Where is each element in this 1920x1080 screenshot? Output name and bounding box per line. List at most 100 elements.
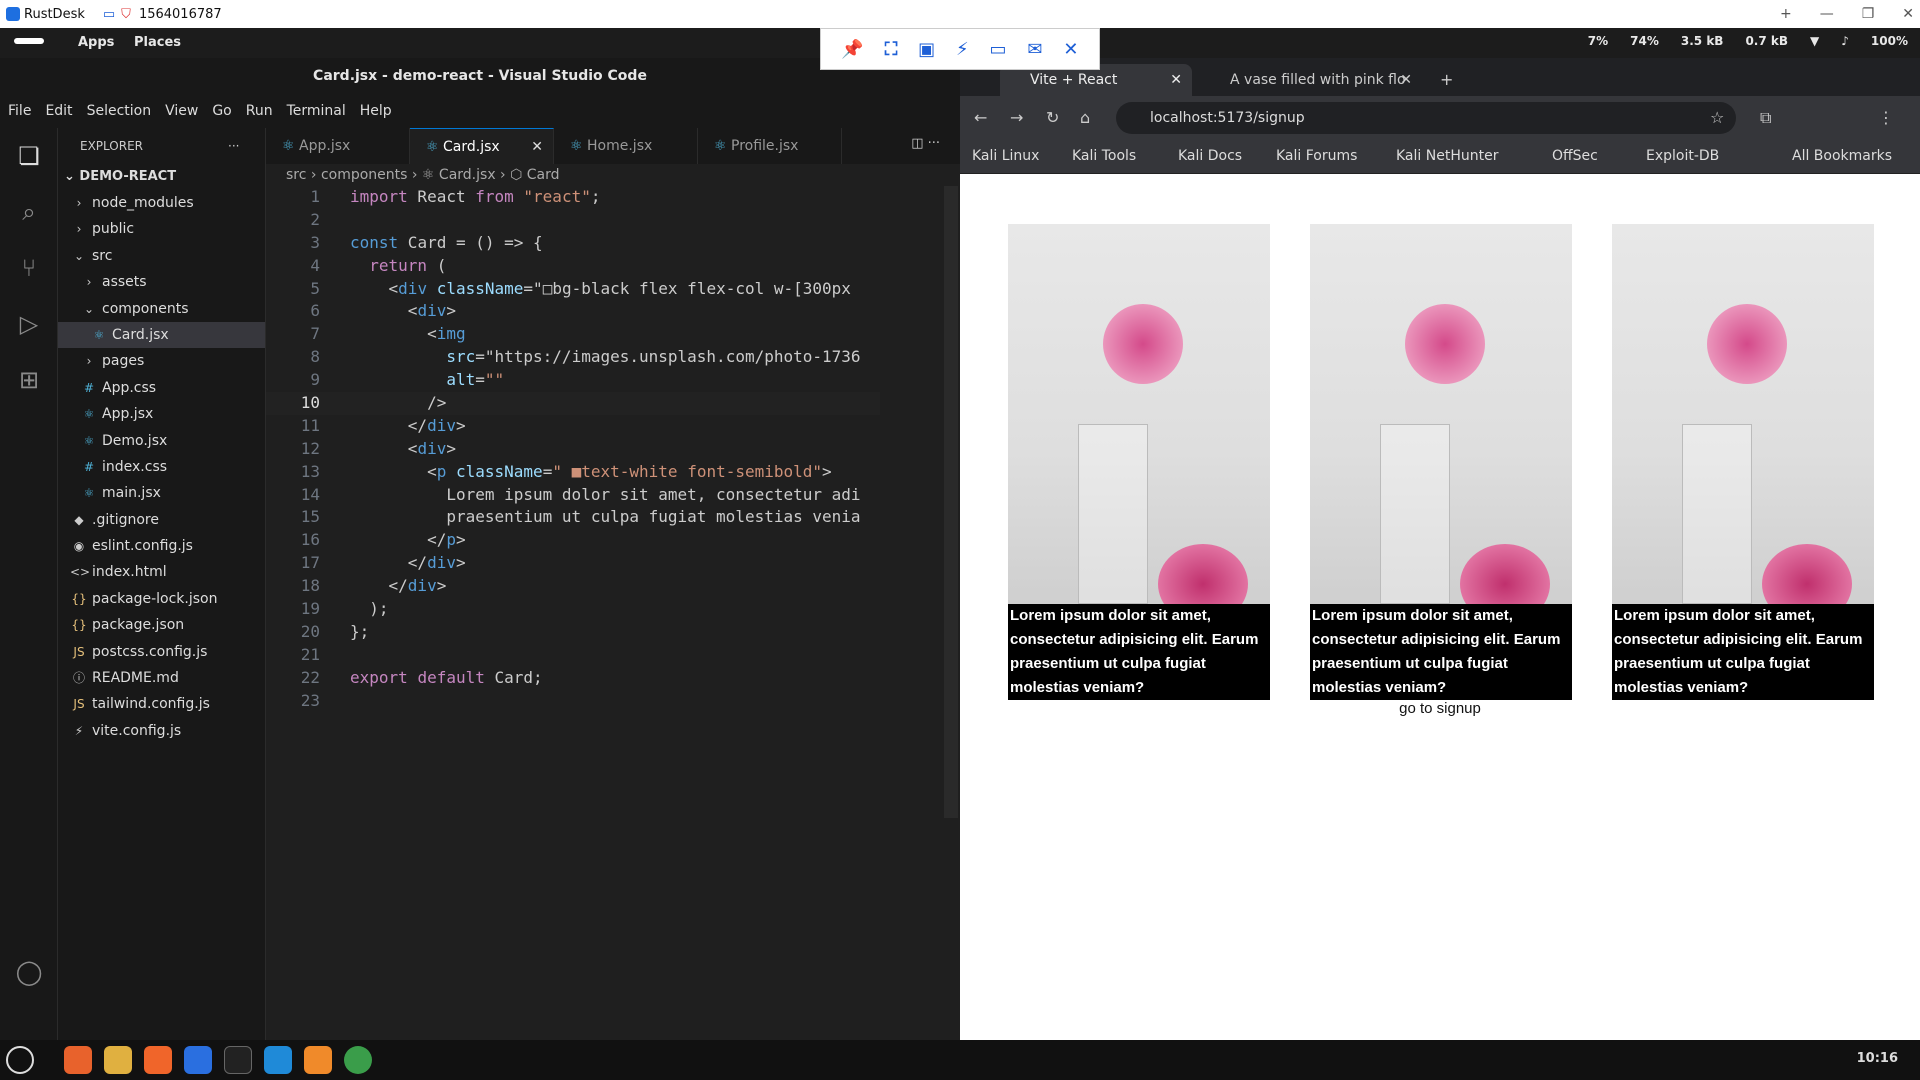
file-tree-item[interactable]: {} package-lock.json — [58, 586, 265, 612]
project-root[interactable]: ⌄ DEMO-REACT — [58, 164, 265, 190]
code-line[interactable]: 17 </div> — [266, 552, 880, 575]
browser-menu-icon[interactable]: ⋮ — [1878, 108, 1894, 127]
tab-profile[interactable]: ⚛ Profile.jsx — [698, 128, 842, 164]
menu-edit[interactable]: Edit — [45, 103, 72, 119]
source-control-icon[interactable]: ⑂ — [0, 240, 58, 296]
bookmark-star-icon[interactable]: ☆ — [1710, 108, 1724, 127]
tab-unsplash[interactable]: A vase filled with pink flo ✕ — [1200, 64, 1420, 96]
code-line[interactable]: 21 — [266, 644, 880, 667]
code-line[interactable]: 16 </p> — [266, 529, 880, 552]
menu-go[interactable]: Go — [212, 103, 231, 119]
pin-icon[interactable]: 📌 — [841, 39, 863, 60]
bookmark-kali-tools[interactable]: Kali Tools — [1072, 148, 1136, 164]
tab-card[interactable]: ⚛ Card.jsx ✕ — [410, 128, 554, 164]
code-line[interactable]: 20}; — [266, 621, 880, 644]
minimize-icon[interactable]: — — [1820, 6, 1834, 22]
panel-apps[interactable]: Apps — [78, 35, 114, 50]
file-tree-item[interactable]: ⚛ App.jsx — [58, 401, 265, 427]
file-tree-item[interactable]: {} package.json — [58, 612, 265, 638]
firefox-icon[interactable] — [64, 1046, 92, 1074]
volume-icon[interactable]: ♪ — [1841, 34, 1849, 48]
code-line[interactable]: 5 <div className="□bg-black flex flex-co… — [266, 278, 880, 301]
code-line[interactable]: 19 ); — [266, 598, 880, 621]
split-editor-icon[interactable]: ◫ ··· — [911, 136, 940, 151]
code-line[interactable]: 18 </div> — [266, 575, 880, 598]
code-line[interactable]: 8 src="https://images.unsplash.com/photo… — [266, 346, 880, 369]
files-icon[interactable] — [104, 1046, 132, 1074]
file-tree-item[interactable]: › node_modules — [58, 190, 265, 216]
panel-places[interactable]: Places — [134, 35, 181, 50]
file-tree-item[interactable]: ⓘ README.md — [58, 665, 265, 691]
code-line[interactable]: 6 <div> — [266, 300, 880, 323]
new-tab-icon[interactable]: + — [1440, 70, 1453, 89]
back-icon[interactable]: ← — [974, 108, 987, 127]
url-field[interactable]: localhost:5173/signup — [1116, 102, 1736, 134]
file-tree-item[interactable]: ⚛ Card.jsx — [58, 321, 265, 349]
account-icon[interactable]: ◯ — [0, 944, 58, 1000]
code-line[interactable]: 11 </div> — [266, 415, 880, 438]
terminal-icon[interactable] — [224, 1046, 252, 1074]
menu-terminal[interactable]: Terminal — [287, 103, 346, 119]
code-line[interactable]: 2 — [266, 209, 880, 232]
disconnect-icon[interactable]: ✕ — [1063, 39, 1078, 60]
menu-file[interactable]: File — [8, 103, 31, 119]
run-debug-icon[interactable]: ▷ — [0, 296, 58, 352]
menu-view[interactable]: View — [165, 103, 198, 119]
editor-scrollbar[interactable] — [944, 186, 958, 818]
file-tree-item[interactable]: ⚛ Demo.jsx — [58, 428, 265, 454]
file-tree-item[interactable]: JS postcss.config.js — [58, 639, 265, 665]
extensions-icon[interactable]: ⊞ — [0, 352, 58, 408]
bookmark-exploit-db[interactable]: Exploit-DB — [1646, 148, 1719, 164]
tab-app[interactable]: ⚛ App.jsx — [266, 128, 410, 164]
signup-link[interactable]: go to signup — [960, 700, 1920, 717]
brave-icon[interactable] — [144, 1046, 172, 1074]
menu-icon[interactable] — [14, 38, 44, 44]
file-tree-item[interactable]: ◆ .gitignore — [58, 507, 265, 533]
file-tree-item[interactable]: ⌄ components — [58, 296, 265, 322]
file-tree-item[interactable]: ◉ eslint.config.js — [58, 533, 265, 559]
forward-icon[interactable]: → — [1010, 108, 1023, 127]
code-line[interactable]: 3 const Card = () => { — [266, 232, 880, 255]
code-line[interactable]: 13 <p className=" ■text-white font-semib… — [266, 461, 880, 484]
vscode-icon[interactable] — [264, 1046, 292, 1074]
bookmark-kali-docs[interactable]: Kali Docs — [1178, 148, 1242, 164]
file-tree-item[interactable]: JS tailwind.config.js — [58, 691, 265, 717]
file-tree-item[interactable]: ⚡ vite.config.js — [58, 718, 265, 744]
close-icon[interactable]: ✕ — [1902, 6, 1914, 22]
file-tree-item[interactable]: › pages — [58, 348, 265, 374]
code-line[interactable]: 12 <div> — [266, 438, 880, 461]
extensions-icon[interactable]: ⧉ — [1760, 108, 1771, 128]
code-editor[interactable]: 1 import React from "react"; 2 3 const Card … — [266, 186, 880, 1040]
code-line[interactable]: 7 <img — [266, 323, 880, 346]
code-line[interactable]: 10 /> — [266, 392, 880, 415]
rustdesk-icon[interactable] — [184, 1046, 212, 1074]
file-tree-item[interactable]: <> index.html — [58, 559, 265, 585]
file-tree-item[interactable]: › assets — [58, 269, 265, 295]
file-tree-item[interactable]: # index.css — [58, 454, 265, 480]
code-line[interactable]: 1 import React from "react"; — [266, 186, 880, 209]
bookmark-kali-nethunter[interactable]: Kali NetHunter — [1396, 148, 1498, 164]
code-line[interactable]: 9 alt="" — [266, 369, 880, 392]
screen-icon[interactable]: ▭ — [990, 39, 1007, 60]
code-line[interactable]: 4 return ( — [266, 255, 880, 278]
menu-help[interactable]: Help — [360, 103, 392, 119]
display-icon[interactable]: ▣ — [918, 39, 935, 60]
system-menu-icon[interactable] — [6, 1046, 34, 1074]
reload-icon[interactable]: ↻ — [1046, 108, 1059, 127]
action-icon[interactable]: ⚡ — [956, 39, 969, 60]
file-tree-item[interactable]: # App.css — [58, 375, 265, 401]
code-line[interactable]: 15 praesentium ut culpa fugiat molestias… — [266, 506, 880, 529]
bookmark-offsec[interactable]: OffSec — [1552, 148, 1598, 164]
file-tree-item[interactable]: › public — [58, 216, 265, 242]
search-icon[interactable]: ⌕ — [0, 184, 58, 240]
app-icon[interactable] — [304, 1046, 332, 1074]
home-icon[interactable]: ⌂ — [1080, 108, 1090, 127]
bookmark-kali-linux[interactable]: Kali Linux — [972, 148, 1039, 164]
chat-icon[interactable]: ✉ — [1027, 39, 1042, 60]
code-line[interactable]: 23 — [266, 690, 880, 713]
code-line[interactable]: 22 export default Card; — [266, 667, 880, 690]
all-bookmarks[interactable]: All Bookmarks — [1792, 148, 1892, 164]
menu-selection[interactable]: Selection — [87, 103, 152, 119]
tab-home[interactable]: ⚛ Home.jsx — [554, 128, 698, 164]
file-tree-item[interactable]: ⌄ src — [58, 243, 265, 269]
